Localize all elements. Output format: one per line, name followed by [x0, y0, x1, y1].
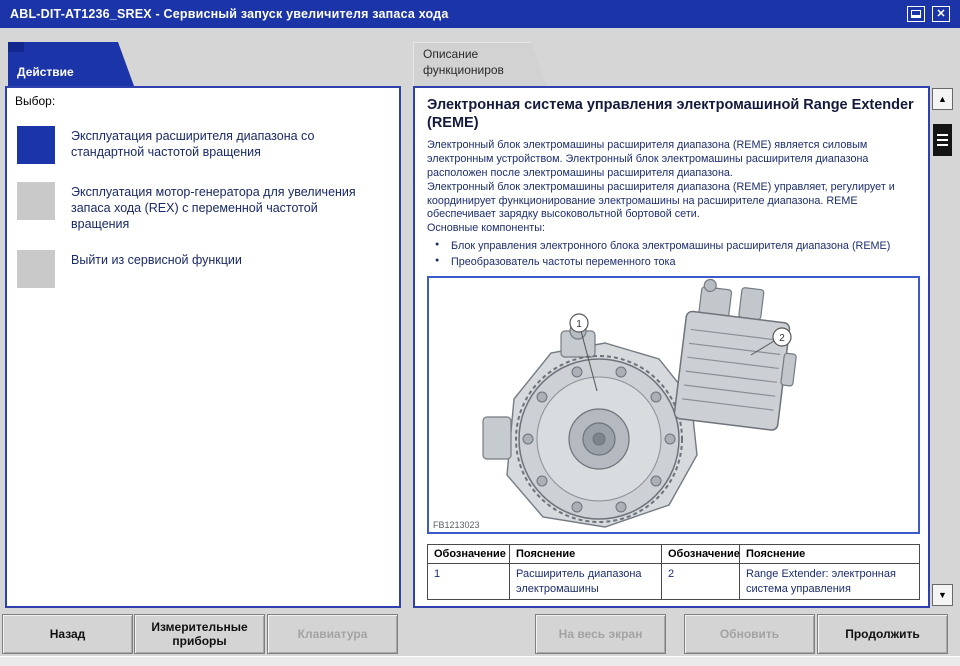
table-header: Пояснение: [509, 544, 662, 565]
option-checkbox[interactable]: [17, 250, 55, 288]
bottom-toolbar: Назад Измерительные приборы Клавиатура Н…: [0, 608, 960, 656]
description-panel: Электронная система управления электрома…: [413, 86, 930, 608]
close-glyph: ✕: [936, 7, 946, 20]
figure-callout-2: 2: [779, 333, 785, 344]
legend-table: Обозначение Пояснение Обозначение Поясне…: [427, 544, 920, 600]
back-button[interactable]: Назад: [2, 614, 133, 654]
tab-function-description-label: Описание функциониров: [423, 47, 504, 78]
table-header-row: Обозначение Пояснение Обозначение Поясне…: [427, 544, 920, 565]
figure-illustration: 1 2: [482, 279, 797, 529]
thumb-grip-line: [937, 139, 948, 141]
measuring-devices-button[interactable]: Измерительные приборы: [134, 614, 265, 654]
tab-action-label: Действие: [17, 65, 74, 79]
list-item-text: Блок управления электронного блока элект…: [451, 239, 891, 252]
scroll-down-button[interactable]: ▼: [932, 584, 953, 606]
continue-button[interactable]: Продолжить: [817, 614, 948, 654]
option-label: Выйти из сервисной функции: [71, 253, 242, 267]
list-item: Блок управления электронного блока элект…: [433, 238, 916, 254]
figure-code: FB1213023: [433, 520, 480, 531]
document-heading: Электронная система управления электрома…: [427, 97, 914, 132]
selection-label: Выбор:: [15, 94, 56, 108]
tab-action[interactable]: Действие: [8, 42, 134, 86]
selection-panel: Выбор: Эксплуатация расширителя диапазон…: [5, 86, 401, 608]
scroll-up-button[interactable]: ▲: [932, 88, 953, 110]
paragraph: Электронный блок электромашины расширите…: [427, 139, 869, 179]
list-item-text: Преобразователь частоты переменного тока: [451, 256, 676, 269]
table-header: Обозначение: [661, 544, 740, 565]
components-list: Блок управления электронного блока элект…: [433, 238, 916, 270]
option-variable-speed[interactable]: Эксплуатация мотор-генератора для увелич…: [17, 182, 389, 232]
option-label: Эксплуатация расширителя диапазона со ст…: [71, 129, 315, 159]
paragraph: Основные компоненты:: [427, 222, 545, 235]
option-label: Эксплуатация мотор-генератора для увелич…: [71, 185, 356, 231]
refresh-button[interactable]: Обновить: [684, 614, 815, 654]
tab-active-marker: [8, 42, 24, 52]
window-title: ABL-DIT-AT1236_SREX - Сервисный запуск у…: [10, 7, 449, 21]
app-window: ABL-DIT-AT1236_SREX - Сервисный запуск у…: [0, 0, 960, 666]
arrow-up-icon: ▲: [938, 94, 947, 104]
thumb-grip-line: [937, 134, 948, 136]
scrollbar[interactable]: ▲ ▼: [932, 88, 953, 606]
titlebar-icons: ✕: [907, 6, 950, 22]
table-header: Обозначение: [427, 544, 510, 565]
figure-callout-1: 1: [576, 319, 582, 330]
table-header: Пояснение: [739, 544, 920, 565]
option-checkbox[interactable]: [17, 182, 55, 220]
keyboard-button[interactable]: Клавиатура: [267, 614, 398, 654]
paragraph: Электронный блок электромашины расширите…: [427, 180, 895, 221]
table-cell: Расширитель диапазона электромашины: [509, 563, 662, 600]
footer-strip: [0, 656, 960, 666]
tab-row: Действие Описание функциониров: [0, 28, 960, 86]
option-standard-speed[interactable]: Эксплуатация расширителя диапазона со ст…: [17, 126, 389, 164]
thumb-grip-line: [937, 144, 948, 146]
title-bar: ABL-DIT-AT1236_SREX - Сервисный запуск у…: [0, 0, 960, 28]
table-cell: 1: [427, 563, 510, 600]
window-glyph: [911, 10, 921, 18]
option-exit-service[interactable]: Выйти из сервисной функции: [17, 250, 389, 288]
close-icon[interactable]: ✕: [932, 6, 950, 22]
tab-function-description[interactable]: Описание функциониров: [413, 42, 547, 86]
option-checkbox-selected[interactable]: [17, 126, 55, 164]
arrow-down-icon: ▼: [938, 590, 947, 600]
scrollbar-thumb[interactable]: [933, 124, 952, 156]
list-item: Преобразователь частоты переменного тока: [433, 254, 916, 270]
fullscreen-button[interactable]: На весь экран: [535, 614, 666, 654]
table-cell: Range Extender: электронная система упра…: [739, 563, 920, 600]
table-cell: 2: [661, 563, 740, 600]
figure[interactable]: 1 2 FB1213023: [427, 276, 920, 535]
window-restore-icon[interactable]: [907, 6, 925, 22]
table-row: 1 Расширитель диапазона электромашины 2 …: [427, 563, 920, 600]
